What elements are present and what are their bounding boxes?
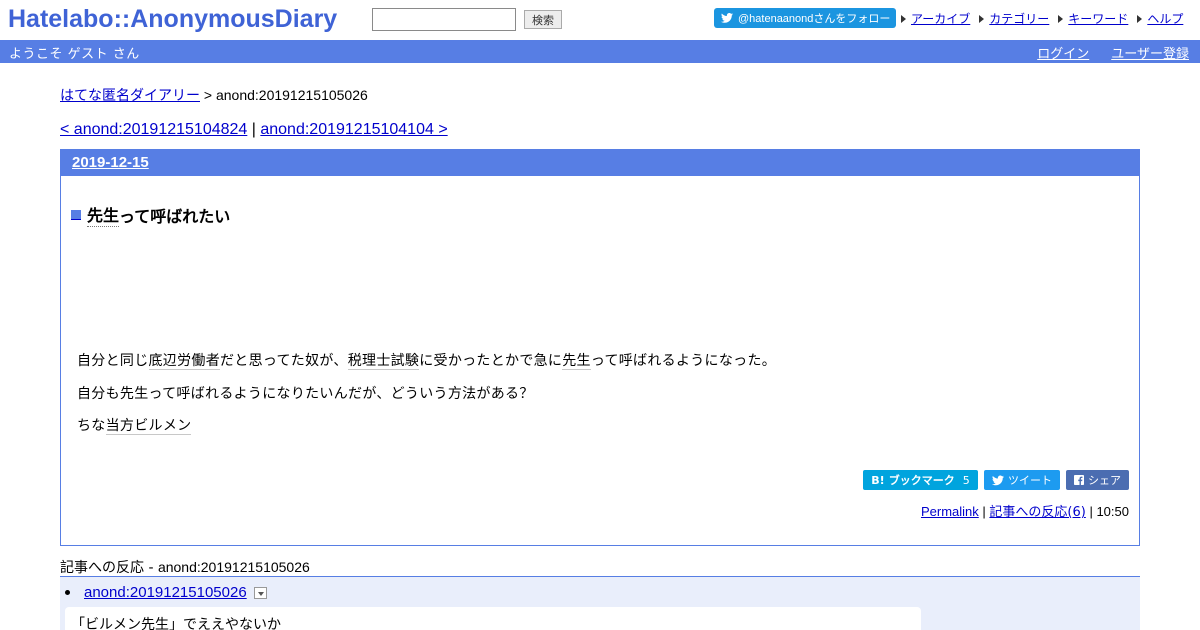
entry-paragraph: 自分も先生って呼ばれるようになりたいんだが、どういう方法がある？: [77, 383, 534, 403]
archive-link[interactable]: アーカイブ: [911, 10, 970, 27]
entry-date-header: 2019-12-15: [61, 150, 1139, 176]
bookmark-label: ブックマーク: [888, 474, 955, 487]
top-bar: Hatelabo::AnonymousDiary 検索 @hatenaanond…: [0, 0, 1200, 40]
body-text: に受かったとかで急に: [419, 353, 563, 369]
reaction-text: 「ビルメン先生」でええやないか: [71, 617, 281, 630]
arrow-right-icon: [1137, 14, 1143, 23]
body-text: 自分と同じ: [77, 353, 149, 369]
entry-title: 先生 って呼ばれたい: [71, 202, 230, 227]
breadcrumb-current: anond:20191215105026: [215, 87, 368, 103]
chevron-down-icon[interactable]: [253, 586, 267, 599]
tweet-label: ツイート: [1008, 474, 1052, 487]
next-entry-link[interactable]: anond:20191215104104 >: [260, 121, 447, 138]
entry-footer: Permalink | 記事への反応(6) | 10:50: [921, 501, 1129, 520]
reaction-card: 「ビルメン先生」でええやないか: [65, 607, 921, 630]
body-text: がある？: [476, 386, 534, 402]
arrow-right-icon: [901, 14, 906, 23]
login-link[interactable]: ログイン: [1037, 43, 1089, 62]
diary-entry: 2019-12-15 先生 って呼ばれたい 自分と同じ底辺労働者だと思ってた奴が、…: [60, 149, 1140, 546]
entry-date-link[interactable]: 2019-12-15: [72, 154, 149, 171]
hatena-bookmark-icon: B!: [871, 473, 885, 487]
twitter-bird-icon: [721, 13, 733, 23]
reactions-list: anond:20191215105026 「ビルメン先生」でええやないか: [60, 576, 1140, 630]
keyword-link[interactable]: 当方: [105, 418, 135, 435]
reactions-heading-id: anond:20191215105026: [157, 559, 310, 575]
keyword-link[interactable]: 方法: [448, 386, 477, 402]
reactions-heading: 記事への反応 - anond:20191215105026: [60, 557, 310, 577]
reactions-link[interactable]: 記事への反応(6): [989, 505, 1085, 520]
keyword-link[interactable]: ビルメン: [134, 418, 192, 435]
reaction-item: anond:20191215105026: [64, 584, 267, 601]
keyword-link[interactable]: 先生: [562, 353, 591, 370]
user-navbar: ようこそ ゲスト さん ログイン ユーザー登録: [0, 40, 1200, 63]
site-logo[interactable]: Hatelabo::AnonymousDiary: [8, 5, 337, 34]
pager-separator: |: [247, 121, 261, 138]
entry-pager: < anond:20191215104824 | anond:201912151…: [60, 121, 448, 139]
body-text: 自分も: [77, 386, 120, 402]
bookmark-count: 5: [962, 473, 970, 487]
breadcrumb-home-link[interactable]: はてな匿名ダイアリー: [60, 88, 200, 104]
entry-time: 10:50: [1096, 504, 1129, 519]
facebook-icon: [1074, 475, 1084, 485]
hatena-bookmark-button[interactable]: B! ブックマーク 5: [863, 470, 978, 490]
keyword-link[interactable]: キーワード: [1068, 10, 1128, 27]
arrow-right-icon: [1058, 14, 1064, 23]
twitter-follow-button[interactable]: @hatenaanondさんをフォロー: [714, 8, 896, 28]
entry-paragraph: ちな当方ビルメン: [77, 415, 192, 435]
entry-square-link-icon[interactable]: [71, 209, 81, 220]
welcome-text: ようこそ ゲスト さん: [9, 47, 140, 62]
search-input[interactable]: [372, 8, 516, 31]
arrow-right-icon: [979, 14, 985, 23]
search-button[interactable]: 検索: [524, 10, 562, 29]
top-link-keyword[interactable]: キーワード: [1058, 10, 1128, 27]
top-link-archive[interactable]: アーカイブ: [901, 10, 970, 27]
share-buttons: B! ブックマーク 5 ツイート シェア: [857, 470, 1129, 490]
keyword-link[interactable]: 先生: [120, 386, 149, 402]
top-link-help[interactable]: ヘルプ: [1137, 10, 1183, 27]
bullet-icon: [65, 590, 70, 595]
prev-entry-link[interactable]: < anond:20191215104824: [60, 121, 247, 138]
help-link[interactable]: ヘルプ: [1147, 10, 1183, 27]
breadcrumb-separator: >: [200, 87, 216, 103]
twitter-bird-icon: [992, 475, 1004, 485]
body-text: だと思ってた奴が、: [220, 353, 348, 369]
facebook-share-button[interactable]: シェア: [1066, 470, 1129, 490]
register-link[interactable]: ユーザー登録: [1111, 43, 1189, 62]
title-text: って呼ばれたい: [119, 206, 231, 226]
title-keyword[interactable]: 先生: [87, 202, 120, 227]
account-links: ログイン ユーザー登録: [1015, 43, 1189, 62]
body-text: って呼ばれるようになった。: [590, 353, 777, 369]
top-link-category[interactable]: カテゴリー: [979, 10, 1049, 27]
body-text: って呼ばれるようになりたいんだが、どういう: [148, 386, 448, 402]
keyword-link[interactable]: 底辺労働者: [148, 353, 220, 370]
breadcrumb: はてな匿名ダイアリー > anond:20191215105026: [60, 85, 368, 105]
reaction-link[interactable]: anond:20191215105026: [84, 584, 247, 601]
keyword-link[interactable]: 税理士試験: [347, 353, 420, 370]
category-link[interactable]: カテゴリー: [989, 10, 1049, 27]
top-links: アーカイブ カテゴリー キーワード ヘルプ: [901, 10, 1192, 27]
follow-label: @hatenaanondさんをフォロー: [738, 13, 891, 25]
reactions-heading-label: 記事への反応 -: [60, 560, 158, 576]
tweet-button[interactable]: ツイート: [984, 470, 1060, 490]
entry-paragraph: 自分と同じ底辺労働者だと思ってた奴が、税理士試験に受かったとかで急に先生って呼ば…: [77, 350, 776, 370]
share-label: シェア: [1088, 474, 1121, 487]
body-text: ちな: [77, 418, 106, 434]
permalink-link[interactable]: Permalink: [921, 504, 979, 519]
